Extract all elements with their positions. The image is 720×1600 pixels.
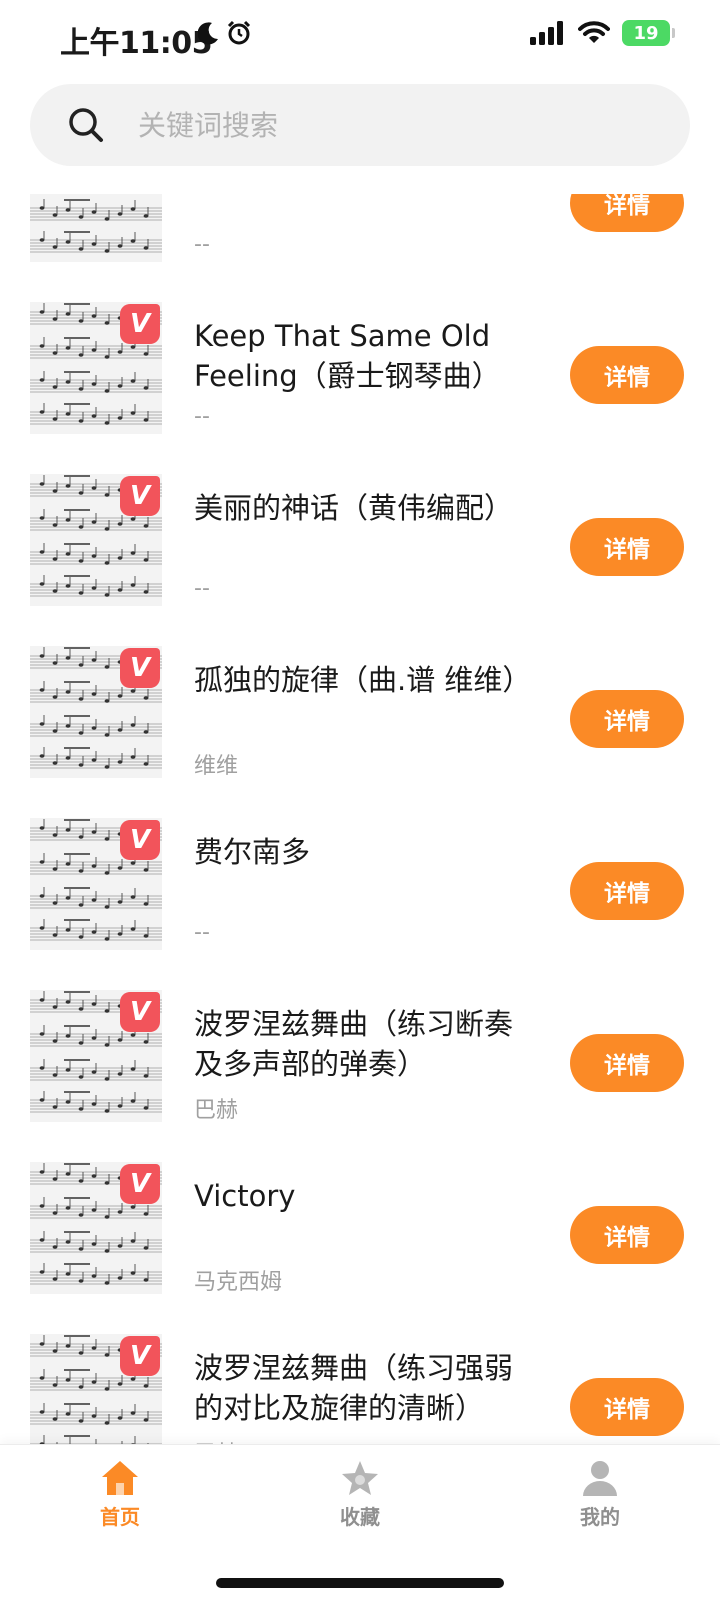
detail-button[interactable]: 详情 xyxy=(570,518,684,576)
detail-button[interactable]: 详情 xyxy=(570,194,684,232)
alarm-icon xyxy=(227,20,251,45)
tab-home-label: 首页 xyxy=(100,1505,140,1529)
vip-badge: V xyxy=(120,820,160,860)
score-author: 维维 xyxy=(194,754,239,779)
score-thumbnail[interactable]: V xyxy=(30,818,162,950)
score-author: -- xyxy=(194,232,210,257)
home-icon xyxy=(102,1461,138,1495)
score-thumbnail[interactable]: V xyxy=(30,1334,162,1444)
detail-button[interactable]: 详情 xyxy=(570,690,684,748)
detail-button[interactable]: 详情 xyxy=(570,346,684,404)
moon-icon xyxy=(198,22,218,45)
tab-favorites[interactable]: 收藏 xyxy=(300,1459,420,1530)
search-icon[interactable] xyxy=(66,105,106,145)
list-item[interactable]: V 美丽的神话（黄伟编配） -- 详情 xyxy=(0,452,720,624)
status-indicators xyxy=(198,20,252,46)
score-thumbnail[interactable]: V xyxy=(30,646,162,778)
vip-badge: V xyxy=(120,304,160,344)
list-item[interactable]: V 波罗涅兹舞曲（练习断奏及多声部的弹奏） 巴赫 详情 xyxy=(0,968,720,1140)
vip-badge: V xyxy=(120,476,160,516)
score-title[interactable]: 美丽的神话（黄伟编配） xyxy=(194,488,534,528)
score-title[interactable]: 波罗涅兹舞曲（练习强弱的对比及旋律的清晰） xyxy=(194,1348,534,1428)
score-author: -- xyxy=(194,920,210,945)
score-title[interactable]: 孤独的旋律（曲.谱 维维） xyxy=(194,660,534,700)
tab-mine-label: 我的 xyxy=(580,1505,620,1529)
detail-button[interactable]: 详情 xyxy=(570,1378,684,1436)
app-screen: 上午11:05 19 关键词搜索 -- 详情 V Keep That Same … xyxy=(0,0,720,1600)
tab-favorites-label: 收藏 xyxy=(340,1505,380,1529)
list-item[interactable]: V Victory 马克西姆 详情 xyxy=(0,1140,720,1312)
list-item[interactable]: V 波罗涅兹舞曲（练习强弱的对比及旋律的清晰） 巴赫 详情 xyxy=(0,1312,720,1444)
score-title[interactable]: Keep That Same Old Feeling（爵士钢琴曲） xyxy=(194,316,534,396)
score-title[interactable]: 波罗涅兹舞曲（练习断奏及多声部的弹奏） xyxy=(194,1004,534,1084)
vip-badge: V xyxy=(120,1164,160,1204)
status-time: 上午11:05 xyxy=(60,26,213,61)
status-right: 19 xyxy=(530,20,675,46)
score-title[interactable]: Victory xyxy=(194,1176,534,1216)
battery-level: 19 xyxy=(633,22,659,44)
score-thumbnail[interactable]: V xyxy=(30,474,162,606)
tab-home[interactable]: 首页 xyxy=(60,1459,180,1530)
tab-mine[interactable]: 我的 xyxy=(540,1459,660,1530)
detail-button[interactable]: 详情 xyxy=(570,862,684,920)
score-author: 巴赫 xyxy=(194,1436,238,1444)
score-thumbnail[interactable] xyxy=(30,194,162,262)
home-indicator xyxy=(216,1578,504,1588)
score-thumbnail[interactable]: V xyxy=(30,1162,162,1294)
score-thumbnail[interactable]: V xyxy=(30,302,162,434)
score-thumbnail[interactable]: V xyxy=(30,990,162,1122)
score-author: -- xyxy=(194,404,210,429)
sheet-music-thumbnail xyxy=(30,194,162,262)
tab-bar: 首页 收藏 我的 xyxy=(0,1444,720,1600)
score-author: -- xyxy=(194,576,210,601)
search-bar[interactable] xyxy=(30,84,690,166)
status-bar: 上午11:05 19 xyxy=(0,0,720,72)
wifi-icon xyxy=(578,21,610,43)
star-icon xyxy=(342,1461,378,1495)
score-list: -- 详情 V Keep That Same Old Feeling（爵士钢琴曲） --… xyxy=(0,194,720,1444)
signal-icon xyxy=(530,21,563,45)
vip-badge: V xyxy=(120,992,160,1032)
detail-button[interactable]: 详情 xyxy=(570,1206,684,1264)
list-item[interactable]: -- 详情 xyxy=(0,194,720,280)
score-title[interactable]: 费尔南多 xyxy=(194,832,534,872)
battery-indicator: 19 xyxy=(622,20,675,46)
list-item[interactable]: V 费尔南多 -- 详情 xyxy=(0,796,720,968)
vip-badge: V xyxy=(120,648,160,688)
score-author: 马克西姆 xyxy=(194,1270,283,1295)
search-input[interactable] xyxy=(138,108,618,142)
vip-badge: V xyxy=(120,1336,160,1376)
list-item[interactable]: V 孤独的旋律（曲.谱 维维） 维维 详情 xyxy=(0,624,720,796)
list-item[interactable]: V Keep That Same Old Feeling（爵士钢琴曲） -- 详情 xyxy=(0,280,720,452)
detail-button[interactable]: 详情 xyxy=(570,1034,684,1092)
user-icon xyxy=(583,1461,617,1496)
score-author: 巴赫 xyxy=(194,1098,239,1123)
